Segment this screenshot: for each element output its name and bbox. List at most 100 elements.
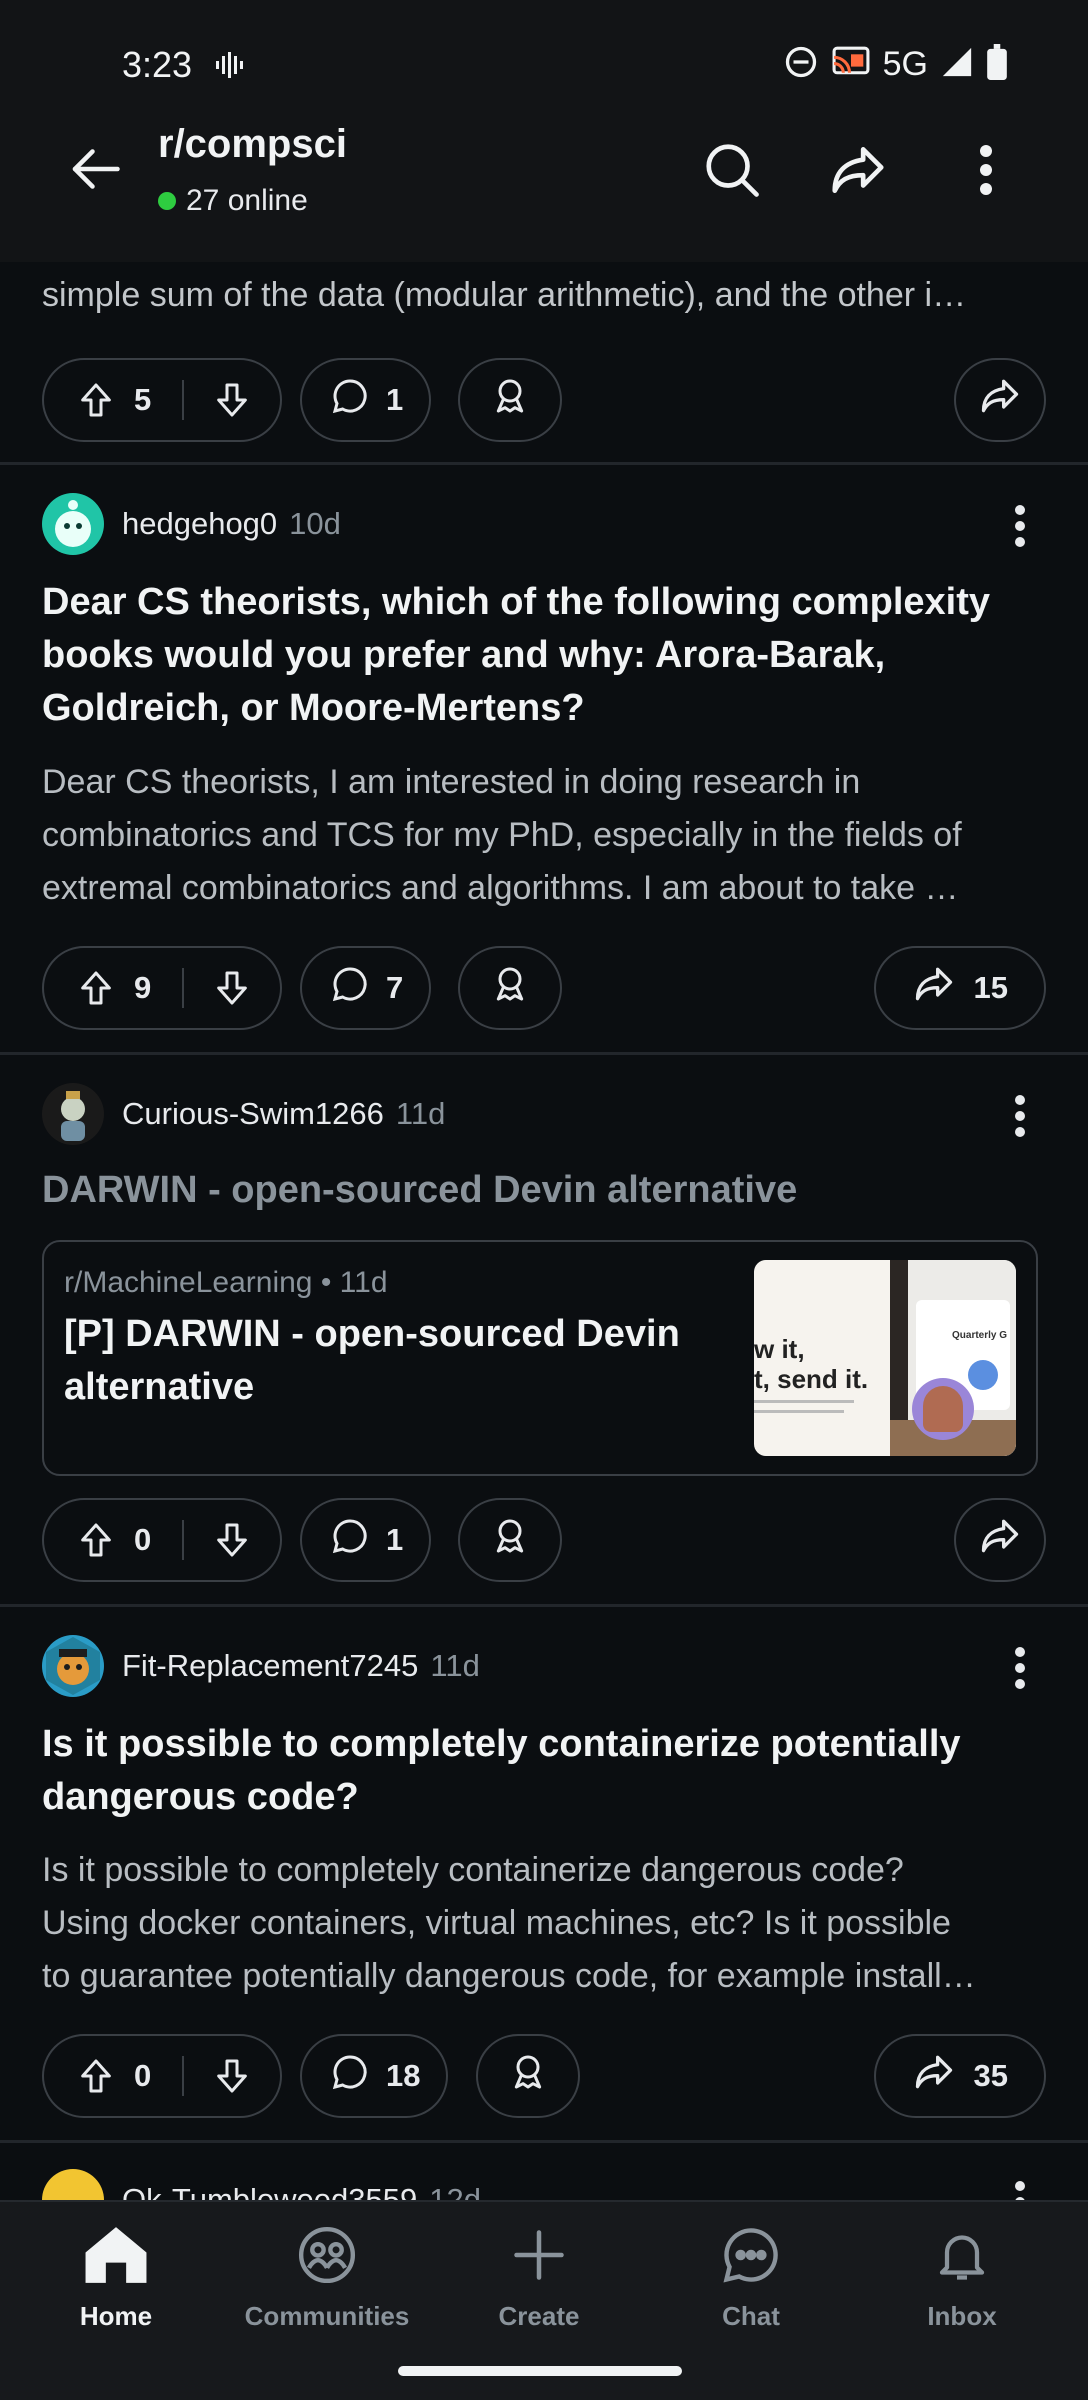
post-body-line: extremal combinatorics and algorithms. I… <box>42 869 959 907</box>
nav-communities[interactable]: Communities <box>227 2224 427 2344</box>
share-button[interactable]: 15 <box>873 946 1046 1030</box>
more-options-icon[interactable] <box>1000 496 1040 556</box>
crosspost-subreddit[interactable]: r/MachineLearning <box>64 1266 312 1299</box>
action-bar: 0 1 <box>42 1498 1046 1582</box>
back-arrow-icon <box>65 139 125 204</box>
nav-create[interactable]: Create <box>439 2224 639 2344</box>
comment-count: 1 <box>386 1522 404 1557</box>
meta-separator: • <box>320 1266 340 1299</box>
author-name[interactable]: Fit-Replacement7245 <box>122 1648 418 1684</box>
crosspost-age: 11d <box>339 1266 388 1299</box>
nav-chat[interactable]: Chat <box>651 2224 851 2344</box>
search-icon <box>701 139 763 206</box>
post-feed[interactable]: simple sum of the data (modular arithmet… <box>0 0 1088 2200</box>
post-body-preview[interactable]: Is it possible to completely containeriz… <box>42 1844 1052 2003</box>
post-title-line: books would you prefer and why: Arora-Ba… <box>42 634 886 676</box>
do-not-disturb-icon <box>783 44 819 85</box>
share-button[interactable] <box>954 358 1046 442</box>
award-button[interactable] <box>458 1498 562 1582</box>
post-title-line: Dear CS theorists, which of the followin… <box>42 581 991 623</box>
share-button[interactable]: 35 <box>873 2034 1046 2118</box>
author-name[interactable]: hedgehog0 <box>122 506 277 542</box>
downvote-icon[interactable] <box>202 958 262 1018</box>
comment-icon <box>330 964 370 1012</box>
upvote-count: 0 <box>134 1522 152 1557</box>
author-name[interactable]: Curious-Swim1266 <box>122 1096 384 1132</box>
online-count-label: 27 online <box>186 184 308 217</box>
comment-icon <box>330 2052 370 2100</box>
downvote-icon[interactable] <box>202 370 262 430</box>
author-name[interactable]: Ok-Tumbleweed3559 <box>122 2182 417 2200</box>
post-body-preview[interactable]: simple sum of the data (modular arithmet… <box>42 276 1052 315</box>
avatar[interactable] <box>42 1635 104 1697</box>
more-options-icon[interactable] <box>1000 1638 1040 1698</box>
thumbnail-pie <box>968 1360 998 1390</box>
avatar[interactable] <box>42 1083 104 1145</box>
post-age: 12d <box>429 2182 481 2200</box>
comments-button[interactable]: 1 <box>300 358 432 442</box>
home-icon <box>83 2224 149 2291</box>
downvote-icon[interactable] <box>202 1510 262 1570</box>
post-divider <box>0 2140 1088 2143</box>
upvote-icon[interactable] <box>66 370 126 430</box>
comments-button[interactable]: 7 <box>300 946 432 1030</box>
award-button[interactable] <box>458 358 562 442</box>
avatar[interactable] <box>42 2169 104 2200</box>
crosspost-thumbnail[interactable]: w it, t, send it. Quarterly G <box>754 1260 1016 1456</box>
share-icon <box>912 2050 956 2102</box>
gesture-bar[interactable] <box>398 2366 682 2376</box>
battery-icon <box>986 44 1008 85</box>
post-title[interactable]: Dear CS theorists, which of the followin… <box>42 576 1052 735</box>
avatar[interactable] <box>42 493 104 555</box>
upvote-count: 0 <box>134 2058 152 2093</box>
vote-separator <box>182 1520 184 1560</box>
post-title[interactable]: DARWIN - open-sourced Devin alternative <box>42 1164 1052 1217</box>
upvote-icon[interactable] <box>66 2046 126 2106</box>
post-body-preview[interactable]: Dear CS theorists, I am interested in do… <box>42 756 1052 915</box>
award-icon <box>508 2052 548 2100</box>
post-meta: Ok-Tumbleweed3559 12d <box>42 2169 481 2200</box>
subreddit-title[interactable]: r/compsci <box>158 122 347 167</box>
award-button[interactable] <box>458 946 562 1030</box>
post-body-line: Is it possible to completely containeriz… <box>42 1851 904 1889</box>
more-options-icon[interactable] <box>1000 1086 1040 1146</box>
status-bar: 3:23 5G <box>0 0 1088 132</box>
post-title[interactable]: Is it possible to completely containeriz… <box>42 1718 1052 1824</box>
post-body-line: combinatorics and TCS for my PhD, especi… <box>42 816 962 854</box>
crosspost-card[interactable]: r/MachineLearning • 11d [P] DARWIN - ope… <box>42 1240 1038 1476</box>
vote-pill: 9 <box>42 946 282 1030</box>
nav-inbox[interactable]: Inbox <box>862 2224 1062 2344</box>
status-time: 3:23 <box>122 44 193 85</box>
share-icon <box>978 1514 1022 1566</box>
thumbnail-line <box>754 1410 844 1413</box>
award-icon <box>490 964 530 1012</box>
share-button[interactable] <box>954 1498 1046 1582</box>
share-icon <box>978 374 1022 426</box>
vote-pill: 5 <box>42 358 282 442</box>
nav-label: Communities <box>244 2301 410 2331</box>
more-vertical-icon <box>979 144 993 201</box>
more-options-button[interactable] <box>946 132 1026 212</box>
upvote-icon[interactable] <box>66 958 126 1018</box>
thumbnail-text-line: t, send it. <box>754 1364 869 1394</box>
search-button[interactable] <box>692 132 772 212</box>
action-bar: 5 1 <box>42 358 1046 442</box>
share-button[interactable] <box>818 132 898 212</box>
comments-button[interactable]: 18 <box>300 2034 449 2118</box>
vote-separator <box>182 2056 184 2096</box>
upvote-icon[interactable] <box>66 1510 126 1570</box>
post-divider <box>0 1052 1088 1055</box>
crosspost-title: [P] DARWIN - open-sourced Devin alternat… <box>64 1308 724 1414</box>
nav-home[interactable]: Home <box>16 2224 216 2344</box>
back-button[interactable] <box>60 136 130 206</box>
comments-button[interactable]: 1 <box>300 1498 432 1582</box>
award-button[interactable] <box>476 2034 580 2118</box>
post-title-line: Goldreich, or Moore-Mertens? <box>42 687 585 729</box>
more-options-icon[interactable] <box>1000 2172 1040 2200</box>
post-title-line: Is it possible to completely containeriz… <box>42 1723 961 1765</box>
nav-label: Create <box>498 2301 580 2331</box>
downvote-icon[interactable] <box>202 2046 262 2106</box>
action-bar: 9 7 15 <box>42 946 1046 1030</box>
comment-count: 1 <box>386 382 404 417</box>
thumbnail-person <box>912 1378 974 1440</box>
